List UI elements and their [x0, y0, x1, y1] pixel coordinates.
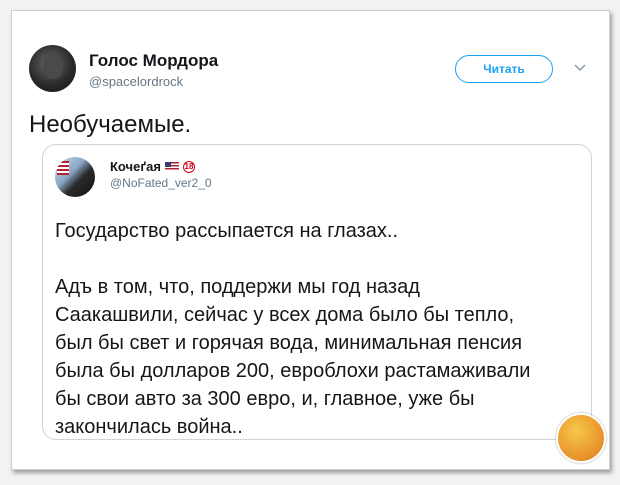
quoted-author-name-row[interactable]: Кочеґаᴙ 18 — [110, 159, 195, 174]
author-handle[interactable]: @spacelordrock — [89, 74, 183, 89]
watermark-logo — [556, 413, 606, 463]
chevron-down-icon[interactable] — [572, 61, 588, 75]
quoted-tweet[interactable]: Кочеґаᴙ 18 @NoFated_ver2_0 Государство р… — [42, 144, 592, 440]
tweet-card: Голос Мордора @spacelordrock Читать Необ… — [11, 10, 610, 470]
tweet-text: Необучаемые. — [29, 111, 192, 138]
follow-button[interactable]: Читать — [455, 55, 553, 83]
us-flag-icon — [164, 162, 179, 171]
quoted-tweet-body: Государство рассыпается на глазах.. Адъ … — [55, 220, 531, 438]
author-avatar[interactable] — [29, 45, 76, 92]
quoted-author-handle: @NoFated_ver2_0 — [110, 176, 212, 190]
author-name[interactable]: Голос Мордора — [89, 51, 218, 71]
age-badge: 18 — [182, 160, 195, 173]
quoted-author-name: Кочеґаᴙ — [110, 159, 161, 174]
quoted-author-avatar[interactable] — [55, 157, 95, 197]
